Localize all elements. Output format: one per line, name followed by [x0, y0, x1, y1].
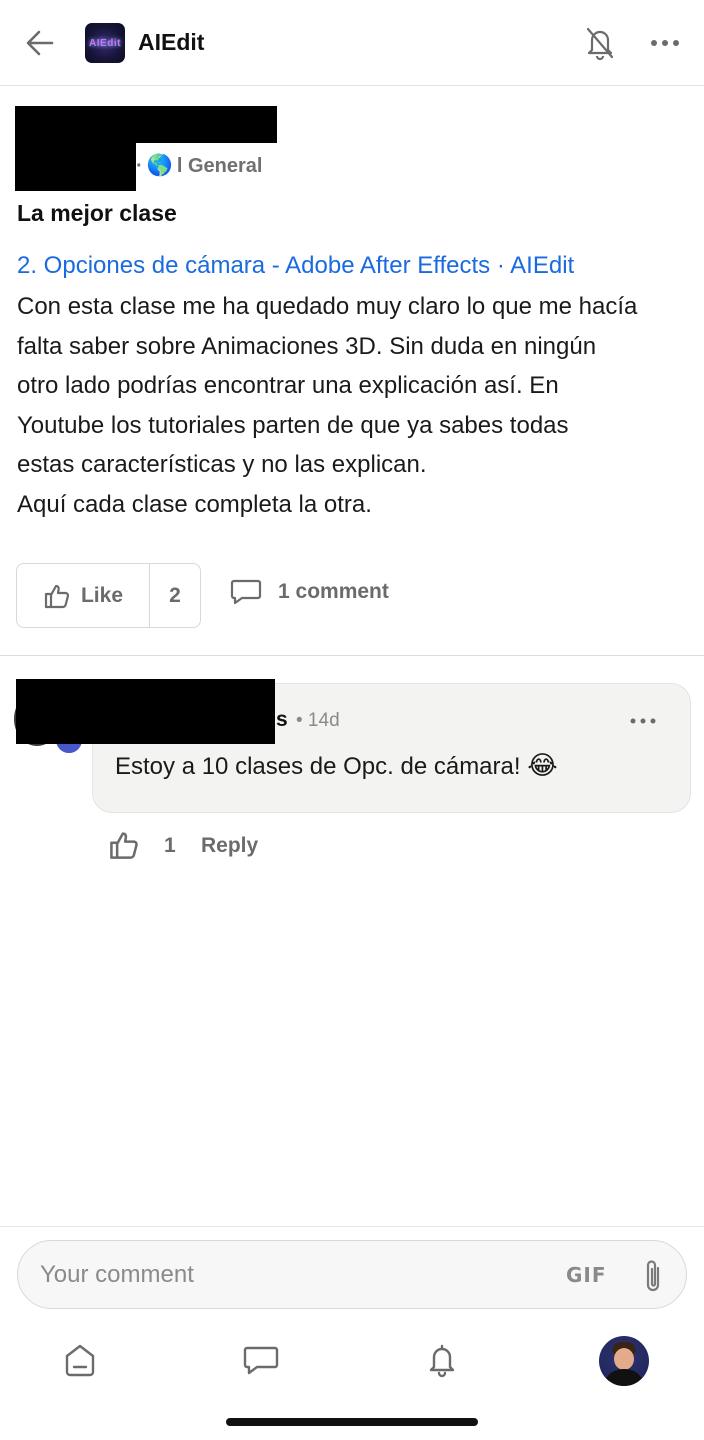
gif-button[interactable]: GIF [566, 1263, 607, 1287]
more-options-button[interactable] [648, 30, 682, 56]
redacted-author-avatar [15, 140, 136, 191]
comment-text: Estoy a 10 clases de Opc. de cámara! 😂 [115, 750, 558, 781]
bell-icon [429, 1344, 455, 1378]
nav-profile-avatar[interactable] [599, 1336, 649, 1386]
post-body: Con esta clase me ha quedado muy claro l… [17, 287, 697, 524]
like-label: Like [80, 583, 124, 607]
comment-composer: GIF [17, 1240, 687, 1309]
comment-timestamp: • 14d [296, 710, 340, 731]
top-app-bar: AIEdit AIEdit [0, 0, 704, 86]
post-body-line: Youtube los tutoriales parten de que ya … [17, 411, 569, 439]
like-control: Like 2 [16, 563, 201, 628]
nav-chat[interactable] [239, 1338, 283, 1382]
post-title: La mejor clase [17, 200, 177, 226]
comment-body: Estoy a 10 clases de Opc. de cámara! [115, 753, 521, 780]
notifications-toggle-button[interactable] [584, 26, 616, 61]
comment-more-button[interactable] [626, 710, 660, 732]
post-body-line: estas características y no las explican. [17, 451, 427, 478]
like-count[interactable]: 2 [150, 564, 200, 627]
back-button[interactable] [22, 26, 58, 60]
reply-button[interactable]: Reply [201, 834, 258, 858]
post-body-line: Con esta clase me ha quedado muy claro l… [17, 293, 638, 320]
thumbs-up-icon [110, 832, 138, 859]
post-body-line: falta saber sobre Animaciones 3D. Sin du… [17, 332, 597, 360]
nav-home[interactable] [58, 1338, 102, 1382]
comment-count-button[interactable]: 1 comment [230, 578, 389, 606]
post-body-line: Aquí cada clase completa la otra. [17, 490, 372, 518]
chat-icon [243, 1346, 279, 1375]
comment-like-count[interactable]: 1 [164, 834, 176, 858]
more-horizontal-icon [630, 718, 656, 724]
arrow-left-icon [26, 30, 54, 56]
post-meta: · 🌎 l General [136, 154, 263, 178]
comment-input[interactable] [40, 1255, 540, 1295]
nav-notifications[interactable] [420, 1338, 464, 1382]
like-button[interactable]: Like [17, 564, 150, 627]
redacted-commenter-name [16, 679, 275, 744]
laughing-emoji: 😂 [527, 750, 558, 780]
thumbs-up-icon [44, 584, 70, 608]
comment-like-button[interactable] [108, 829, 142, 863]
comment-count-label: 1 comment [278, 580, 389, 603]
community-name[interactable]: AIEdit [138, 29, 204, 56]
logo-text: AIEdit [89, 37, 121, 49]
bell-off-icon [586, 27, 614, 61]
redacted-author-name [15, 106, 277, 143]
more-horizontal-icon [651, 40, 679, 46]
post-category[interactable]: l General [177, 155, 263, 178]
paperclip-icon [646, 1260, 660, 1292]
post-body-line: otro lado podrías encontrar una explicac… [17, 372, 559, 399]
section-divider [0, 655, 704, 656]
commenter-name[interactable]: s [276, 708, 288, 732]
attach-button[interactable] [638, 1256, 668, 1296]
globe-icon: 🌎 [146, 154, 173, 177]
home-icon [65, 1344, 95, 1377]
comment-icon [230, 579, 262, 605]
community-logo[interactable]: AIEdit [85, 23, 125, 63]
post-lesson-link[interactable]: 2. Opciones de cámara - Adobe After Effe… [17, 252, 574, 280]
home-indicator [226, 1418, 478, 1426]
